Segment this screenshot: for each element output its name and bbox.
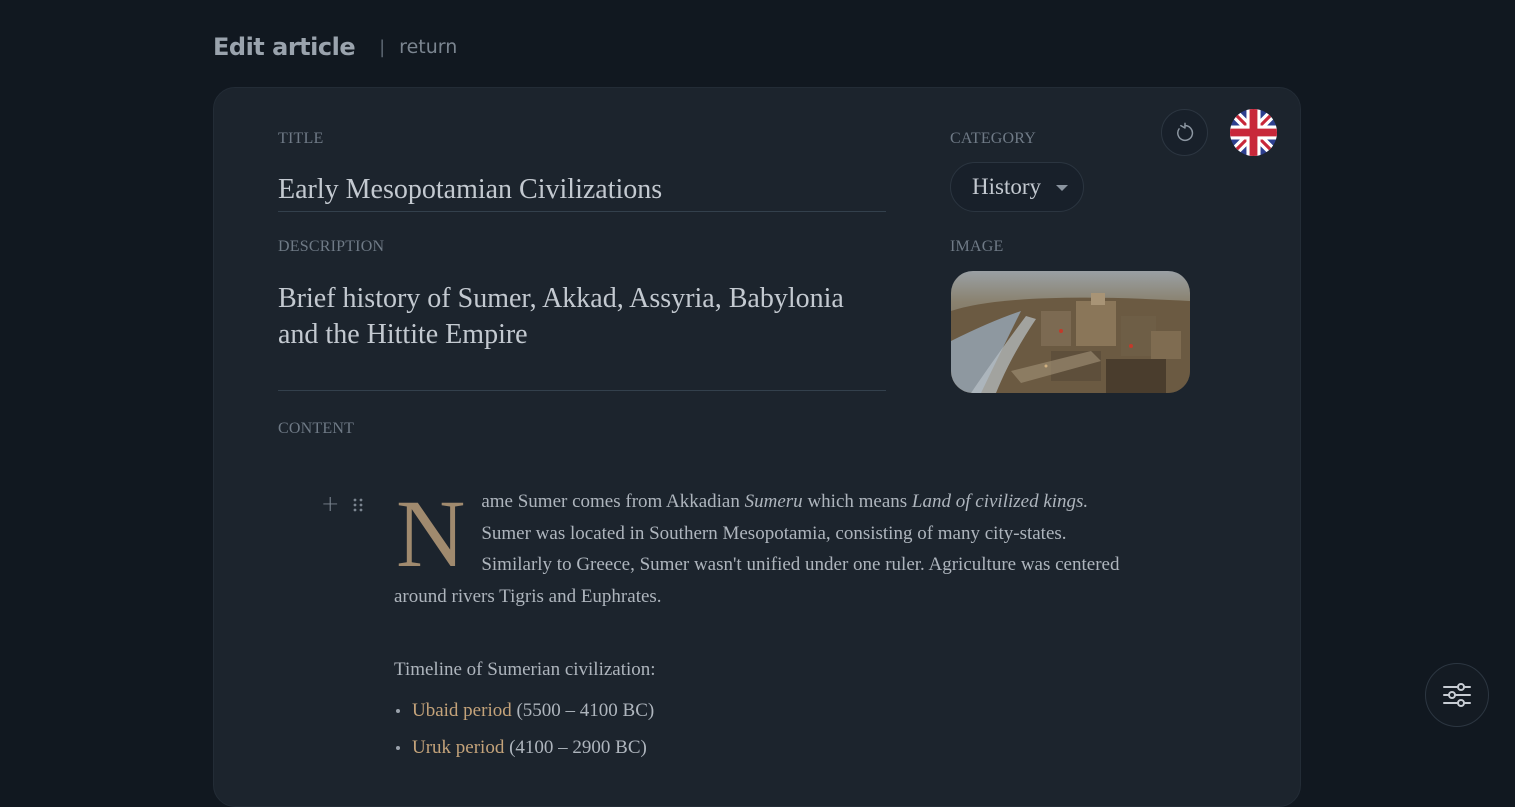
title-input[interactable]: Early Mesopotamian Civilizations [278,174,886,212]
drop-cap: N [396,480,466,587]
article-editor-card: TITLE Early Mesopotamian Civilizations D… [213,87,1301,807]
timeline-link[interactable]: Ubaid period [412,700,512,721]
refresh-icon [1176,122,1193,141]
content-editor[interactable]: Name Sumer comes from Akkadian Sumeru wh… [394,486,1124,766]
timeline-link[interactable]: Uruk period [412,737,504,758]
settings-button[interactable] [1425,663,1489,727]
timeline-heading: Timeline of Sumerian civilization: [394,659,656,680]
return-link[interactable]: return [399,36,457,58]
uk-flag-icon [1230,109,1277,156]
sliders-icon [1443,683,1471,707]
content-label: CONTENT [278,420,355,437]
description-input[interactable]: Brief history of Sumer, Akkad, Assyria, … [278,281,886,391]
list-item: Ubaid period (5500 – 4100 BC) [394,692,1124,729]
image-label: IMAGE [950,238,1004,255]
paragraph-emphasis: Land of civilized kings. [911,491,1089,512]
category-value: History [972,174,1041,199]
category-select[interactable]: History [950,162,1084,212]
paragraph-text: ame Sumer comes from Akkadian [481,491,745,512]
reset-button[interactable] [1161,109,1208,156]
title-label: TITLE [278,130,324,147]
article-image[interactable] [951,271,1190,393]
plus-icon[interactable]: + [321,492,339,517]
city-illustration-image [951,271,1190,393]
list-item: Uruk period (4100 – 2900 BC) [394,729,1124,766]
timeline-list: Ubaid period (5500 – 4100 BC) Uruk perio… [394,692,1124,766]
paragraph-text: Sumer was located in Southern Mesopotami… [394,522,1120,607]
paragraph-text: which means [802,491,912,512]
content-paragraph: Name Sumer comes from Akkadian Sumeru wh… [394,486,1124,612]
header-separator: | [379,36,386,58]
page-title: Edit article [213,33,356,61]
category-label: CATEGORY [950,130,1037,147]
page-header: Edit article | return [213,33,457,61]
language-switch-button[interactable] [1230,109,1277,156]
description-label: DESCRIPTION [278,238,385,255]
timeline-range: (4100 – 2900 BC) [509,736,647,758]
drag-handle-icon[interactable] [353,498,363,512]
block-toolbar: + [321,492,363,517]
paragraph-emphasis: Sumeru [744,491,803,512]
timeline-range: (5500 – 4100 BC) [516,699,655,721]
chevron-down-icon [1056,185,1068,191]
